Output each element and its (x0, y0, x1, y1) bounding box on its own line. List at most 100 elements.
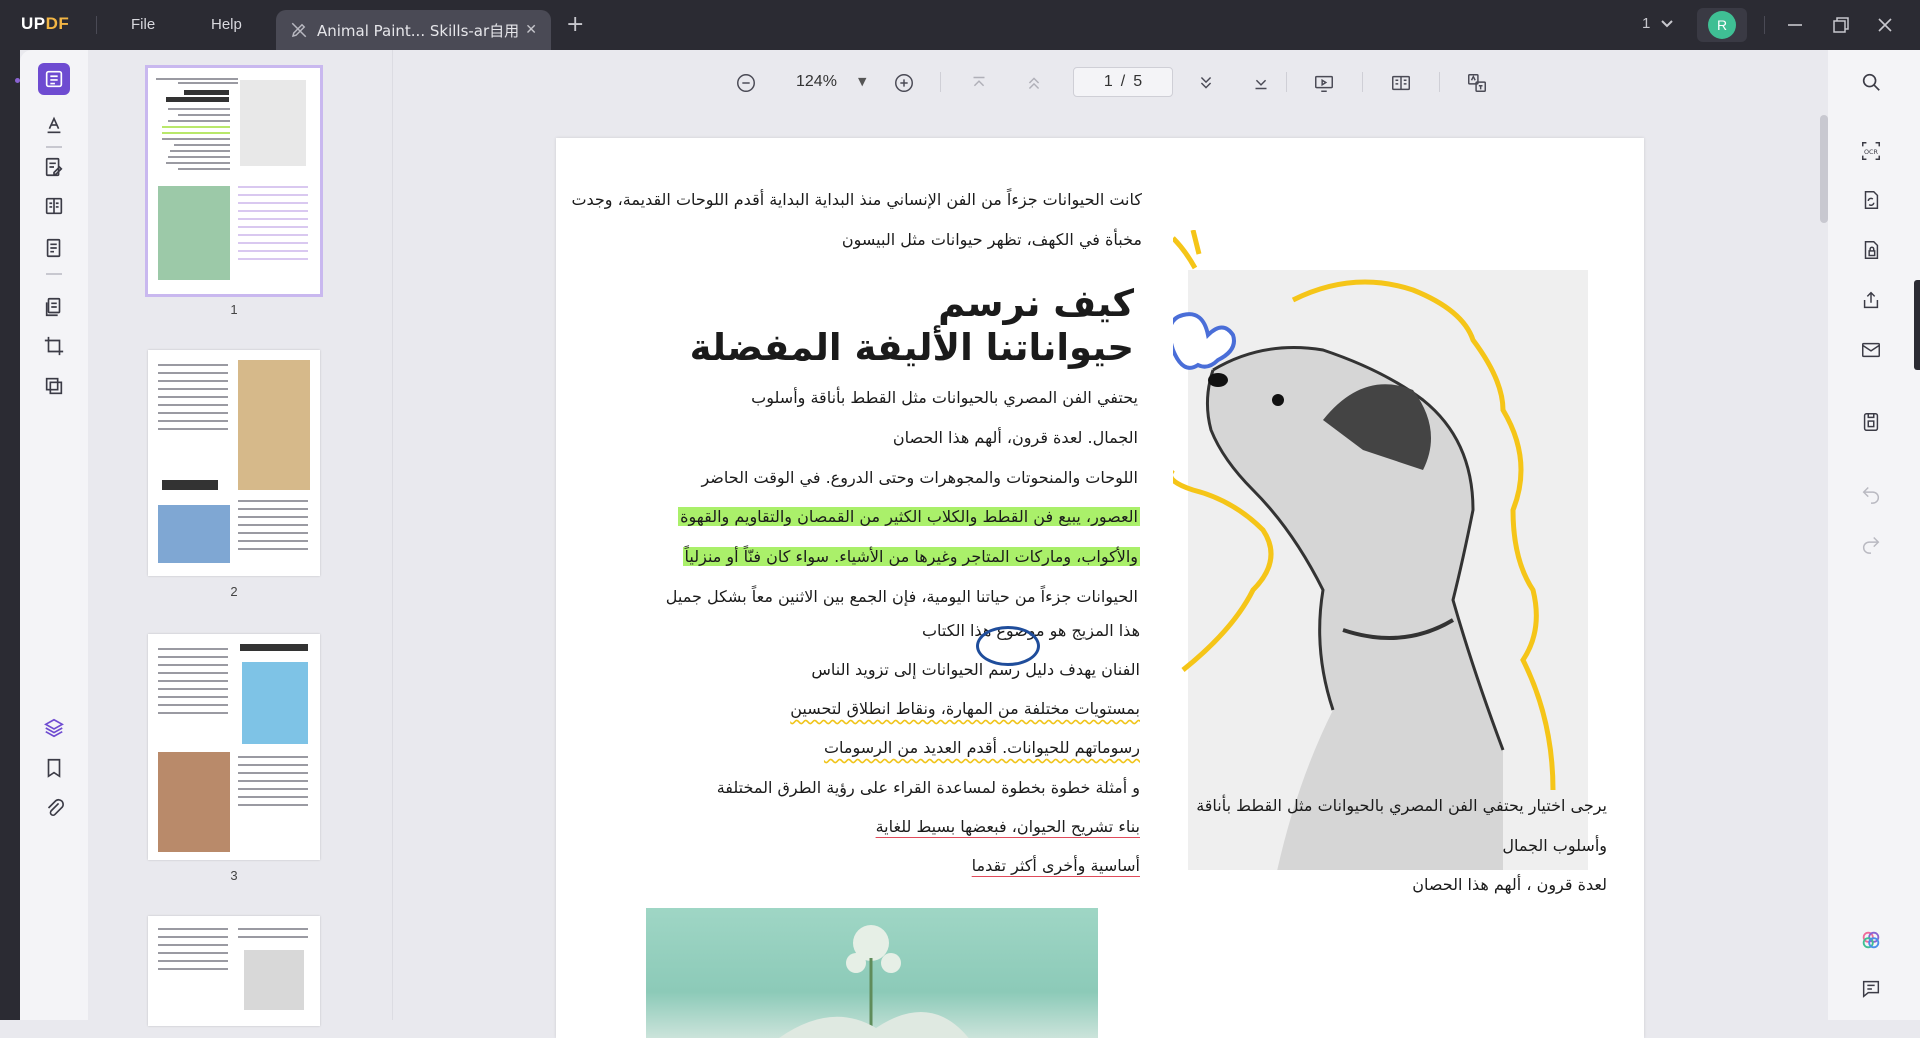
email-icon (1862, 342, 1880, 358)
thumb-line (158, 380, 228, 382)
previous-page-button[interactable] (1021, 70, 1047, 96)
save-button[interactable] (1855, 406, 1887, 438)
bookmark-button[interactable] (38, 752, 70, 784)
divider (46, 146, 62, 148)
divider (1362, 72, 1363, 92)
thumb-line (158, 968, 228, 970)
thumb-line (238, 218, 308, 220)
search-button[interactable] (1855, 66, 1887, 98)
thumb-line (238, 258, 308, 260)
close-window-icon[interactable] (1874, 14, 1896, 36)
account-button[interactable]: R (1697, 8, 1747, 42)
body-line: الجمال. لعدة قرون، ألهم هذا الحصان (892, 428, 1138, 447)
zoom-in-button[interactable] (891, 70, 917, 96)
fill-sign-icon (46, 238, 61, 258)
thumb-line (158, 412, 228, 414)
share-button[interactable] (1855, 284, 1887, 316)
thumb-line (238, 540, 308, 542)
redo-button[interactable] (1855, 527, 1887, 559)
crop-button[interactable] (38, 330, 70, 362)
organize-pages-button[interactable] (38, 190, 70, 222)
thumb-line (238, 804, 308, 806)
intro-line-1: كانت الحيوانات جزءاً من الفن الإنساني من… (571, 190, 1142, 209)
squiggly-annotation[interactable]: رسوماتهم للحيوانات. أقدم العديد من الرسو… (824, 738, 1140, 757)
reader-mode-button[interactable] (38, 63, 70, 95)
convert-pdf-button[interactable] (1855, 184, 1887, 216)
page-display-button[interactable] (1388, 70, 1414, 96)
thumb-paints-image (158, 752, 230, 852)
total-pages: 5 (1133, 73, 1143, 90)
caption-line: لعدة قرون ، ألهم هذا الحصان (1412, 875, 1607, 894)
comment-list-button[interactable] (1855, 973, 1887, 1005)
wavy-underlined-line: رسوماتهم للحيوانات. أقدم العديد من الرسو… (824, 738, 1140, 757)
zoom-dropdown-icon[interactable]: ▼ (858, 75, 866, 88)
presentation-button[interactable] (1311, 70, 1337, 96)
last-page-button[interactable] (1248, 70, 1274, 96)
thumb-line (238, 524, 308, 526)
right-panel-toggle[interactable] (1914, 280, 1920, 370)
thumb-line (158, 388, 228, 390)
thumb-line (158, 952, 228, 954)
ai-assistant-button[interactable] (1855, 924, 1887, 956)
translate-button[interactable] (1464, 70, 1490, 96)
chevron-down-icon (1661, 19, 1674, 27)
page-thumbnail-2[interactable] (148, 350, 320, 576)
attachment-button[interactable] (38, 792, 70, 824)
chevron-double-down-icon (1200, 76, 1212, 89)
comment-tool-button[interactable] (38, 109, 70, 141)
highlight-annotation[interactable]: العصور، يبيع فن القطط والكلاب الكثير من … (678, 507, 1140, 526)
highlight-annotation[interactable]: والأكواب، وماركات المتاجر وغيرها من الأش… (682, 547, 1140, 566)
window-selector[interactable]: 1 (1642, 15, 1674, 32)
next-page-button[interactable] (1193, 70, 1219, 96)
thumb-line (178, 168, 230, 170)
first-page-button[interactable] (966, 70, 992, 96)
minimize-icon[interactable] (1784, 14, 1806, 36)
layers-button[interactable] (38, 712, 70, 744)
undo-button[interactable] (1855, 477, 1887, 509)
thumb-line (158, 680, 228, 682)
intro-line-2: مخبأة في الكهف، تظهر حيوانات مثل البيسون (841, 230, 1142, 249)
fill-sign-button[interactable] (38, 232, 70, 264)
document-tab[interactable]: Animal Paint... Skills-ar自用 ✕ (276, 10, 551, 50)
page-thumbnail-3[interactable] (148, 634, 320, 860)
new-tab-button[interactable]: + (566, 14, 584, 36)
convert-button[interactable] (38, 291, 70, 323)
divider (1439, 72, 1440, 92)
ocr-button[interactable]: OCR (1855, 135, 1887, 167)
compress-icon (45, 377, 63, 395)
thumb-line (168, 156, 230, 158)
page-number-label: 3 (230, 868, 238, 883)
thumbnail-panel: 1 2 3 (88, 50, 393, 1026)
thumb-line (158, 664, 228, 666)
underline-annotation[interactable]: أساسية وأخرى أكثر تقدما (972, 856, 1140, 875)
plant-image (779, 925, 969, 1038)
rail-edge (0, 50, 20, 1020)
menu-help[interactable]: Help (211, 16, 242, 33)
wavy-underlined-line: بمستويات مختلفة من المهارة، ونقاط انطلاق… (790, 699, 1140, 718)
page-thumbnail-4[interactable] (148, 916, 320, 1026)
page-thumbnail-1[interactable] (145, 65, 323, 297)
thumb-line (238, 764, 308, 766)
thumb-dog-image (244, 950, 304, 1010)
caption-line: وأسلوب الجمال (1502, 836, 1607, 855)
restore-icon[interactable] (1830, 14, 1852, 36)
edit-pdf-button[interactable] (38, 151, 70, 183)
page-number-label: 1 (230, 302, 238, 317)
avatar: R (1708, 11, 1736, 39)
thumb-line (238, 194, 308, 196)
protect-button[interactable] (1855, 234, 1887, 266)
compress-button[interactable] (38, 370, 70, 402)
vertical-scrollbar[interactable] (1820, 115, 1828, 223)
menu-file[interactable]: File (131, 16, 155, 33)
pdf-page[interactable]: كانت الحيوانات جزءاً من الفن الإنساني من… (556, 138, 1644, 1038)
zoom-out-button[interactable] (733, 70, 759, 96)
close-tab-icon[interactable]: ✕ (525, 22, 537, 38)
divider (46, 273, 62, 275)
underline-annotation[interactable]: بناء تشريح الحيوان، فبعضها بسيط للغاية (876, 817, 1140, 836)
squiggly-annotation[interactable]: بمستويات مختلفة من المهارة، ونقاط انطلاق… (790, 699, 1140, 718)
zoom-level[interactable]: 124% (796, 73, 837, 91)
page-number-input[interactable]: 1 / 5 (1073, 67, 1173, 97)
body-line: الفنان يهدف دليل رسم الحيوانات إلى تزويد… (811, 660, 1140, 679)
email-button[interactable] (1855, 334, 1887, 366)
thumb-line (156, 78, 238, 80)
